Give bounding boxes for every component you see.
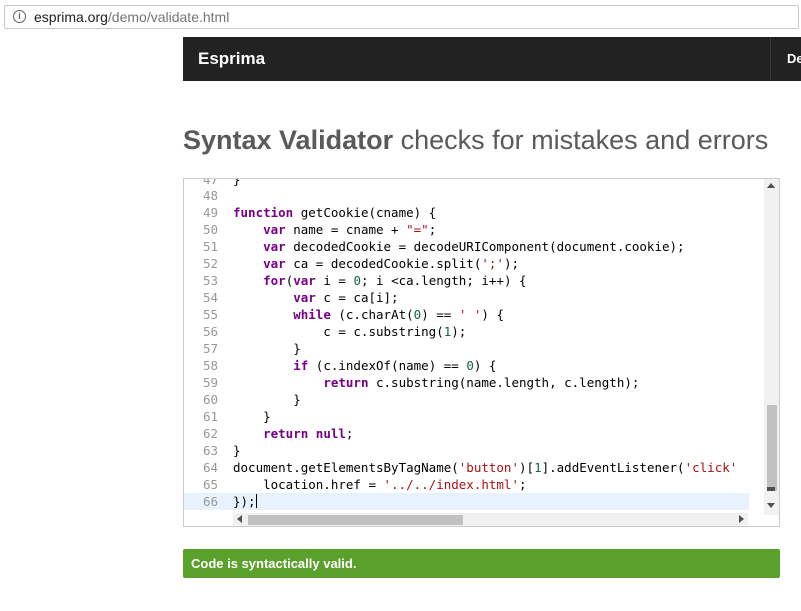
code-text: var c = ca[i]; bbox=[293, 290, 399, 305]
code-line: 62 return null; bbox=[184, 425, 749, 442]
line-number: 50 bbox=[202, 222, 218, 237]
resize-grip-icon[interactable] bbox=[767, 487, 775, 491]
scroll-right-arrow-icon[interactable] bbox=[739, 515, 744, 523]
url-path: /demo/validate.html bbox=[107, 9, 230, 25]
line-number: 61 bbox=[202, 409, 218, 424]
code-editor[interactable]: 47 } 48 49 function getCookie(cname) { 5… bbox=[183, 178, 780, 527]
browser-toolbar: i esprima.org/demo/validate.html bbox=[0, 0, 801, 36]
code-text: } bbox=[233, 443, 241, 458]
line-number: 66 bbox=[202, 494, 218, 509]
code-line: 65 location.href = '../../index.html'; bbox=[184, 476, 749, 493]
code-text: } bbox=[233, 392, 301, 407]
code-line-active: 66 }); bbox=[184, 493, 749, 510]
vertical-scroll-thumb[interactable] bbox=[767, 405, 777, 491]
url-host: esprima.org bbox=[34, 9, 108, 25]
code-text: return null; bbox=[263, 426, 354, 441]
vertical-scrollbar[interactable] bbox=[764, 179, 779, 515]
page-title-bold: Syntax Validator bbox=[183, 125, 394, 155]
code-text: document.getElementsByTagName('button')[… bbox=[233, 460, 738, 475]
line-number: 55 bbox=[202, 307, 218, 322]
page-title-rest: checks for mistakes and errors bbox=[393, 125, 769, 155]
line-number: 62 bbox=[202, 426, 218, 441]
horizontal-scrollbar[interactable] bbox=[233, 513, 748, 526]
code-line: 64 document.getElementsByTagName('button… bbox=[184, 459, 749, 476]
brand-link[interactable]: Esprima bbox=[198, 49, 265, 69]
code-line: 54 var c = ca[i]; bbox=[184, 289, 749, 306]
line-number: 58 bbox=[202, 358, 218, 373]
code-line: 58 if (c.indexOf(name) == 0) { bbox=[184, 357, 749, 374]
code-line: 50 var name = cname + "="; bbox=[184, 221, 749, 238]
line-number: 48 bbox=[202, 188, 218, 203]
page-title: Syntax Validator checks for mistakes and… bbox=[183, 125, 768, 156]
code-text: location.href = '../../index.html'; bbox=[233, 477, 527, 492]
validation-status: Code is syntactically valid. bbox=[183, 549, 780, 578]
code-text: if (c.indexOf(name) == 0) { bbox=[293, 358, 497, 373]
code-text: } bbox=[233, 409, 271, 424]
text-cursor bbox=[255, 494, 257, 508]
nav-divider bbox=[770, 37, 771, 81]
code-line: 61 } bbox=[184, 408, 749, 425]
code-text: var decodedCookie = decodeURIComponent(d… bbox=[263, 239, 685, 254]
line-number: 53 bbox=[202, 273, 218, 288]
line-number: 57 bbox=[202, 341, 218, 356]
code-text: c = c.substring(1); bbox=[233, 324, 467, 339]
top-navbar: Esprima De bbox=[183, 37, 801, 81]
code-text: function getCookie(cname) { bbox=[233, 205, 437, 220]
line-number: 49 bbox=[202, 205, 218, 220]
line-number: 59 bbox=[202, 375, 218, 390]
code-lines[interactable]: 47 } 48 49 function getCookie(cname) { 5… bbox=[184, 179, 764, 515]
line-number: 51 bbox=[202, 239, 218, 254]
code-text: var ca = decodedCookie.split(';'); bbox=[263, 256, 519, 271]
code-line: 52 var ca = decodedCookie.split(';'); bbox=[184, 255, 749, 272]
code-text: for(var i = 0; i <ca.length; i++) { bbox=[263, 273, 527, 288]
code-line: 59 return c.substring(name.length, c.len… bbox=[184, 374, 749, 391]
code-line: 57 } bbox=[184, 340, 749, 357]
url-text[interactable]: esprima.org/demo/validate.html bbox=[34, 9, 229, 25]
code-line: 56 c = c.substring(1); bbox=[184, 323, 749, 340]
code-text: } bbox=[233, 341, 301, 356]
code-text: }); bbox=[233, 494, 257, 509]
scroll-up-arrow-icon[interactable] bbox=[767, 183, 775, 188]
line-number: 65 bbox=[202, 477, 218, 492]
code-line: 63 } bbox=[184, 442, 749, 459]
code-line: 48 bbox=[184, 187, 749, 204]
info-icon[interactable]: i bbox=[13, 10, 26, 23]
scroll-left-arrow-icon[interactable] bbox=[237, 515, 242, 523]
line-number: 63 bbox=[202, 443, 218, 458]
horizontal-scroll-thumb[interactable] bbox=[248, 515, 463, 525]
code-line: 49 function getCookie(cname) { bbox=[184, 204, 749, 221]
address-bar[interactable]: i esprima.org/demo/validate.html bbox=[4, 5, 799, 29]
line-number: 52 bbox=[202, 256, 218, 271]
code-text: while (c.charAt(0) == ' ') { bbox=[293, 307, 504, 322]
code-line: 55 while (c.charAt(0) == ' ') { bbox=[184, 306, 749, 323]
line-number: 64 bbox=[202, 460, 218, 475]
line-number: 54 bbox=[202, 290, 218, 305]
line-number: 56 bbox=[202, 324, 218, 339]
code-line: 51 var decodedCookie = decodeURIComponen… bbox=[184, 238, 749, 255]
code-line: 60 } bbox=[184, 391, 749, 408]
nav-link-demo[interactable]: De bbox=[787, 51, 801, 66]
code-line: 53 for(var i = 0; i <ca.length; i++) { bbox=[184, 272, 749, 289]
code-text: return c.substring(name.length, c.length… bbox=[323, 375, 640, 390]
scroll-down-arrow-icon[interactable] bbox=[767, 503, 775, 508]
code-text: var name = cname + "="; bbox=[263, 222, 437, 237]
line-number: 60 bbox=[202, 392, 218, 407]
